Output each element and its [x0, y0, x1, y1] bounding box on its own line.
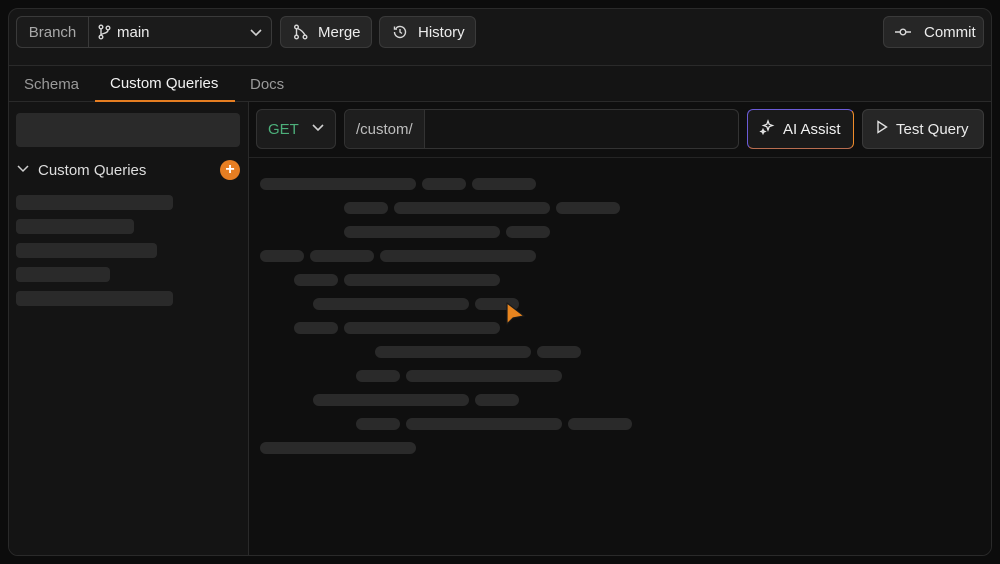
history-button[interactable]: History — [379, 16, 476, 48]
git-commit-icon — [894, 26, 912, 38]
method-value: GET — [268, 120, 299, 138]
plus-icon: + — [225, 161, 235, 178]
commit-label: Commit — [924, 23, 976, 41]
chevron-down-icon — [249, 25, 263, 39]
url-input[interactable] — [424, 110, 738, 148]
ai-assist-button[interactable]: AI Assist — [747, 109, 854, 149]
tab-docs[interactable]: Docs — [250, 66, 290, 102]
sidebar-skeleton-item — [16, 243, 157, 258]
method-select[interactable]: GET — [256, 109, 336, 149]
code-skeleton-bar — [344, 274, 500, 286]
sidebar-search-placeholder[interactable] — [16, 113, 240, 147]
code-skeleton-bar — [260, 250, 304, 262]
code-skeleton-bar — [294, 274, 338, 286]
sidebar-skeleton-item — [16, 291, 173, 306]
code-skeleton-bar — [406, 418, 562, 430]
tab-bar: Schema Custom Queries Docs — [9, 66, 991, 102]
chevron-down-icon — [16, 161, 30, 179]
code-skeleton-bar — [313, 394, 469, 406]
code-skeleton-bar — [375, 346, 531, 358]
request-bar: GET /custom/ AI Assist Test Query — [249, 102, 991, 158]
history-label: History — [418, 23, 465, 41]
sparkles-icon — [759, 119, 775, 139]
merge-button[interactable]: Merge — [280, 16, 372, 48]
code-skeleton-bar — [356, 370, 400, 382]
code-skeleton-bar — [344, 202, 388, 214]
branch-label: Branch — [17, 17, 89, 47]
code-skeleton-bar — [260, 442, 416, 454]
sidebar-skeleton-item — [16, 195, 173, 210]
tab-custom-queries[interactable]: Custom Queries — [95, 66, 235, 102]
commit-button[interactable]: Commit — [883, 16, 984, 48]
code-skeleton-bar — [475, 394, 519, 406]
code-skeleton-bar — [294, 322, 338, 334]
git-branch-icon — [97, 24, 111, 40]
add-query-button[interactable]: + — [220, 160, 240, 180]
editor-area: GET /custom/ AI Assist Test Query — [249, 102, 991, 555]
branch-dropdown[interactable]: main — [89, 17, 271, 47]
merge-label: Merge — [318, 23, 361, 41]
section-label: Custom Queries — [38, 161, 147, 179]
play-icon — [876, 120, 888, 138]
code-skeleton-bar — [472, 178, 536, 190]
sidebar: Custom Queries + — [9, 102, 249, 555]
test-query-button[interactable]: Test Query — [862, 109, 984, 149]
history-icon — [392, 24, 408, 40]
code-skeleton-bar — [380, 250, 536, 262]
code-skeleton-bar — [506, 226, 550, 238]
mouse-cursor-icon — [506, 302, 526, 333]
url-prefix: /custom/ — [345, 110, 425, 148]
code-skeleton-bar — [406, 370, 562, 382]
branch-value: main — [117, 23, 150, 41]
code-skeleton-bar — [537, 346, 581, 358]
code-skeleton-bar — [344, 226, 500, 238]
tab-schema[interactable]: Schema — [24, 66, 84, 102]
code-skeleton-bar — [260, 178, 416, 190]
top-toolbar: Branch main Merge History Commit — [9, 9, 991, 57]
sidebar-skeleton-item — [16, 267, 110, 282]
code-skeleton-bar — [394, 202, 550, 214]
app-window: Branch main Merge History Commit Schema … — [8, 8, 992, 556]
code-skeleton-bar — [313, 298, 469, 310]
code-skeleton-bar — [310, 250, 374, 262]
test-query-label: Test Query — [896, 120, 969, 138]
url-field: /custom/ — [344, 109, 739, 149]
chevron-down-icon — [311, 120, 325, 138]
code-skeleton-bar — [344, 322, 500, 334]
git-merge-icon — [293, 24, 308, 40]
sidebar-skeleton-item — [16, 219, 134, 234]
query-panel: Schema Custom Queries Docs Custom Querie… — [9, 65, 991, 555]
code-skeleton-bar — [422, 178, 466, 190]
custom-queries-section-header[interactable]: Custom Queries + — [16, 158, 240, 182]
code-skeleton-bar — [556, 202, 620, 214]
code-skeleton-bar — [356, 418, 400, 430]
ai-assist-label: AI Assist — [783, 120, 841, 138]
code-skeleton-bar — [568, 418, 632, 430]
branch-selector: Branch main — [16, 16, 272, 48]
